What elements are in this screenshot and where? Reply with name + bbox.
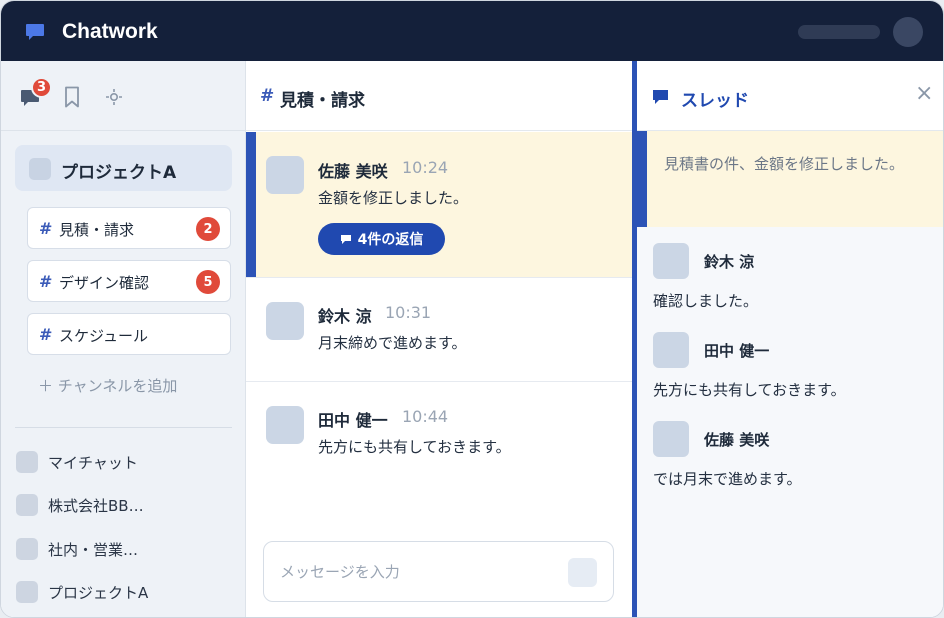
sidebar-item-mychat[interactable]: マイチャット: [16, 450, 236, 474]
message-time: 10:31: [385, 303, 432, 322]
project-label: プロジェクトA: [61, 163, 177, 183]
channel-label: 見積・請求: [59, 221, 135, 239]
message-time: 10:44: [402, 407, 449, 426]
sidebar: 3 プロジェクトA # 見積・請求 2 # デザイン確認 5 # スケジュール …: [1, 61, 246, 617]
room-avatar: [16, 451, 38, 473]
avatar: [266, 302, 304, 340]
room-label: プロジェクトA: [48, 584, 149, 602]
user-avatar[interactable]: [893, 17, 923, 47]
sidebar-channel-design[interactable]: # デザイン確認 5: [27, 260, 231, 302]
chat-bubble-icon: [340, 234, 351, 244]
channel-label: デザイン確認: [59, 274, 150, 292]
sidebar-item-company-bb[interactable]: 株式会社BB…: [16, 493, 236, 517]
sidebar-channel-schedule[interactable]: # スケジュール: [27, 313, 231, 355]
message-item[interactable]: 田中 健一 10:44 先方にも共有しておきます。: [246, 382, 632, 492]
room-avatar: [16, 494, 38, 516]
room-avatar: [16, 538, 38, 560]
message-composer: [263, 541, 614, 602]
avatar: [653, 332, 689, 368]
reply-text: 確認しました。: [653, 292, 759, 310]
thread-reply[interactable]: 鈴木 涼 確認しました。: [653, 243, 933, 313]
reply-author: 佐藤 美咲: [704, 431, 770, 449]
channel-label: スケジュール: [59, 327, 148, 345]
search-placeholder-bar[interactable]: [798, 25, 880, 39]
message-input[interactable]: [280, 560, 560, 584]
sidebar-divider: [15, 427, 232, 428]
avatar: [653, 243, 689, 279]
room-label: マイチャット: [48, 454, 138, 472]
message-author: 佐藤 美咲: [318, 162, 388, 181]
locate-icon[interactable]: [105, 88, 123, 106]
avatar: [653, 421, 689, 457]
channel-unread-badge: 2: [196, 217, 220, 241]
origin-text: 見積書の件、金額を修正しました。: [664, 155, 905, 173]
reply-text: では月末で進めます。: [653, 470, 802, 488]
sidebar-channel-estimate[interactable]: # 見積・請求 2: [27, 207, 231, 249]
send-button[interactable]: [568, 558, 597, 587]
message-author: 鈴木 涼: [318, 307, 372, 326]
close-icon[interactable]: ×: [915, 83, 933, 105]
room-label: 株式会社BB…: [48, 497, 144, 515]
add-channel-link[interactable]: ＋ チャンネルを追加: [38, 375, 177, 396]
app-window: Chatwork 3 プロジェクトA # 見積・請求 2 # デザイン確認 5 …: [0, 0, 944, 618]
room-avatar: [16, 581, 38, 603]
reply-author: 田中 健一: [704, 342, 770, 360]
chat-bubble-icon: [26, 24, 44, 40]
unread-badge: 3: [31, 77, 52, 98]
message-author: 田中 健一: [318, 411, 388, 430]
thread-icon: [653, 90, 668, 104]
avatar: [266, 156, 304, 194]
hash-icon: #: [39, 325, 53, 344]
message-time: 10:24: [402, 158, 449, 177]
channel-title: 見積・請求: [280, 91, 365, 111]
message-text: 金額を修正しました。: [318, 189, 469, 207]
project-avatar: [29, 158, 51, 180]
thread-title: スレッド: [681, 91, 749, 111]
reply-text: 先方にも共有しておきます。: [653, 381, 846, 399]
hash-icon: #: [260, 86, 275, 106]
thread-replies-button[interactable]: 4件の返信: [318, 223, 445, 255]
message-item[interactable]: 佐藤 美咲 10:24 金額を修正しました。 4件の返信: [246, 132, 632, 278]
hash-icon: #: [39, 219, 53, 238]
sidebar-item-internal-sales[interactable]: 社内・営業…: [16, 537, 236, 561]
sidebar-toolbar: 3: [1, 61, 246, 131]
thread-panel: スレッド × 見積書の件、金額を修正しました。 鈴木 涼 確認しました。 田中 …: [632, 61, 943, 617]
sidebar-project-item[interactable]: プロジェクトA: [15, 145, 232, 191]
thread-replies-label: 4件の返信: [357, 232, 424, 248]
hash-icon: #: [39, 272, 53, 291]
channel-header: # 見積・請求: [246, 61, 632, 131]
thread-origin-message: 見積書の件、金額を修正しました。: [637, 131, 943, 227]
room-label: 社内・営業…: [48, 541, 139, 559]
message-text: 月末締めで進めます。: [318, 334, 467, 352]
app-title: Chatwork: [62, 20, 158, 43]
thread-reply[interactable]: 佐藤 美咲 では月末で進めます。: [653, 421, 933, 491]
avatar: [266, 406, 304, 444]
top-bar: Chatwork: [1, 1, 943, 61]
message-text: 先方にも共有しておきます。: [318, 438, 511, 456]
reply-author: 鈴木 涼: [704, 253, 755, 271]
bookmark-icon[interactable]: [64, 86, 80, 108]
thread-header: スレッド ×: [637, 61, 943, 131]
sidebar-item-project-a[interactable]: プロジェクトA: [16, 580, 236, 604]
thread-reply[interactable]: 田中 健一 先方にも共有しておきます。: [653, 332, 933, 402]
message-item[interactable]: 鈴木 涼 10:31 月末締めで進めます。: [246, 278, 632, 382]
chat-main: # 見積・請求 佐藤 美咲 10:24 金額を修正しました。 4件の返信 鈴木 …: [246, 61, 632, 617]
channel-unread-badge: 5: [196, 270, 220, 294]
